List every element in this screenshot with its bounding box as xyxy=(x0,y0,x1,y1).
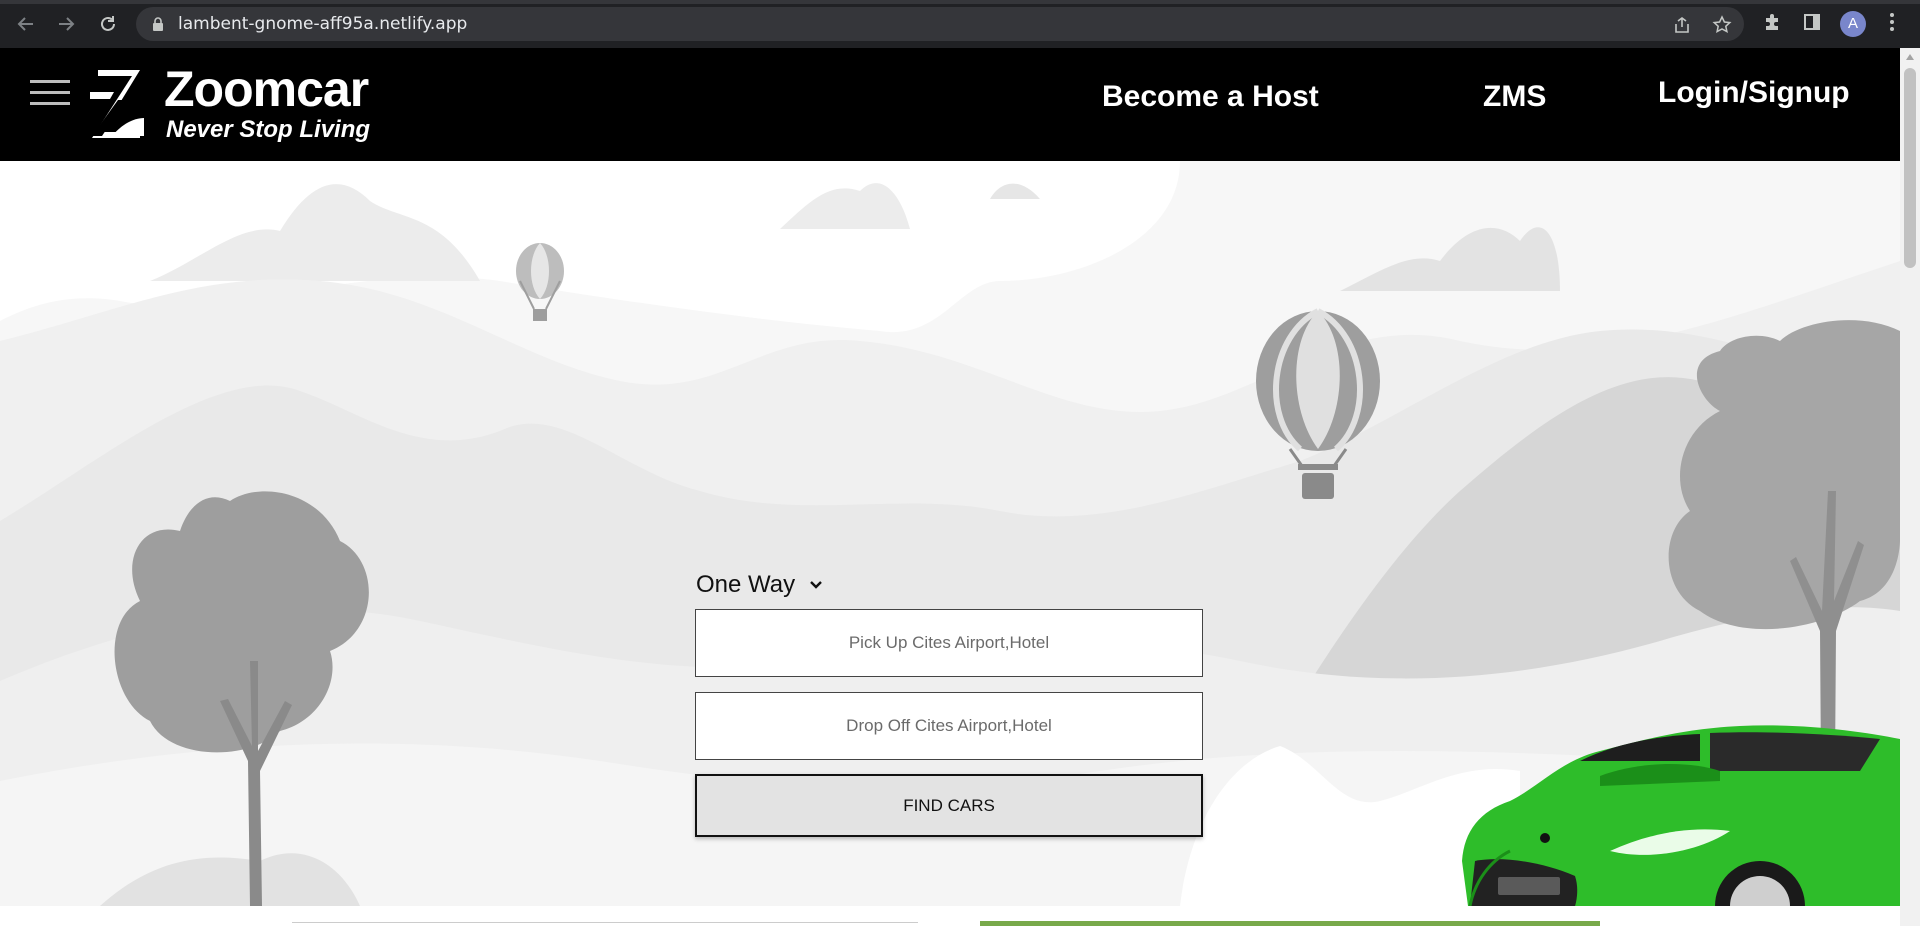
browser-toolbar: lambent-gnome-aff95a.netlify.app A xyxy=(0,0,1920,48)
zms-link[interactable]: ZMS xyxy=(1483,80,1546,114)
trip-type-select[interactable]: One Way xyxy=(696,568,823,602)
become-host-link[interactable]: Become a Host xyxy=(1102,80,1319,114)
profile-avatar[interactable]: A xyxy=(1840,11,1866,37)
hero-section: One Way Pick Up Cites Airport,Hotel Drop… xyxy=(0,161,1900,906)
brand-tagline: Never Stop Living xyxy=(166,116,371,143)
address-bar[interactable]: lambent-gnome-aff95a.netlify.app xyxy=(136,7,1744,41)
side-panel-icon[interactable] xyxy=(1800,12,1824,36)
brand-name: Zoomcar xyxy=(164,61,369,117)
pickup-placeholder: Pick Up Cites Airport,Hotel xyxy=(848,633,1050,652)
pickup-input[interactable]: Pick Up Cites Airport,Hotel xyxy=(695,609,1203,677)
trip-type-value: One Way xyxy=(696,571,796,598)
find-cars-button[interactable]: FIND CARS xyxy=(695,774,1203,837)
scrollbar-thumb[interactable] xyxy=(1904,68,1916,268)
tree-foliage xyxy=(1668,320,1900,630)
site-header: Zoomcar Never Stop Living Become a Host … xyxy=(0,48,1900,161)
lock-icon xyxy=(153,17,163,31)
back-button[interactable] xyxy=(14,12,38,36)
url-text: lambent-gnome-aff95a.netlify.app xyxy=(178,14,468,34)
scroll-up-arrow-icon[interactable] xyxy=(1906,54,1914,60)
content-card-edge xyxy=(292,922,918,927)
login-signup-link[interactable]: Login/Signup xyxy=(1658,76,1850,110)
zoomcar-logo-icon[interactable] xyxy=(88,66,146,138)
green-banner-edge xyxy=(980,921,1600,926)
dropoff-input[interactable]: Drop Off Cites Airport,Hotel xyxy=(695,692,1203,760)
tab-strip-edge xyxy=(0,0,1920,4)
menu-kebab-icon[interactable] xyxy=(1880,12,1904,36)
share-icon[interactable] xyxy=(1672,15,1692,35)
reload-button[interactable] xyxy=(96,12,120,36)
arrow-right-icon xyxy=(59,17,75,31)
reload-icon xyxy=(101,16,115,31)
page-scrollbar[interactable] xyxy=(1900,48,1920,926)
arrow-left-icon xyxy=(17,17,33,31)
hamburger-menu-icon[interactable] xyxy=(30,80,70,106)
chevron-down-icon xyxy=(810,581,822,589)
bookmark-star-icon[interactable] xyxy=(1712,15,1732,35)
extensions-icon[interactable] xyxy=(1760,12,1784,36)
forward-button[interactable] xyxy=(54,12,78,36)
dropoff-placeholder: Drop Off Cites Airport,Hotel xyxy=(846,716,1052,735)
